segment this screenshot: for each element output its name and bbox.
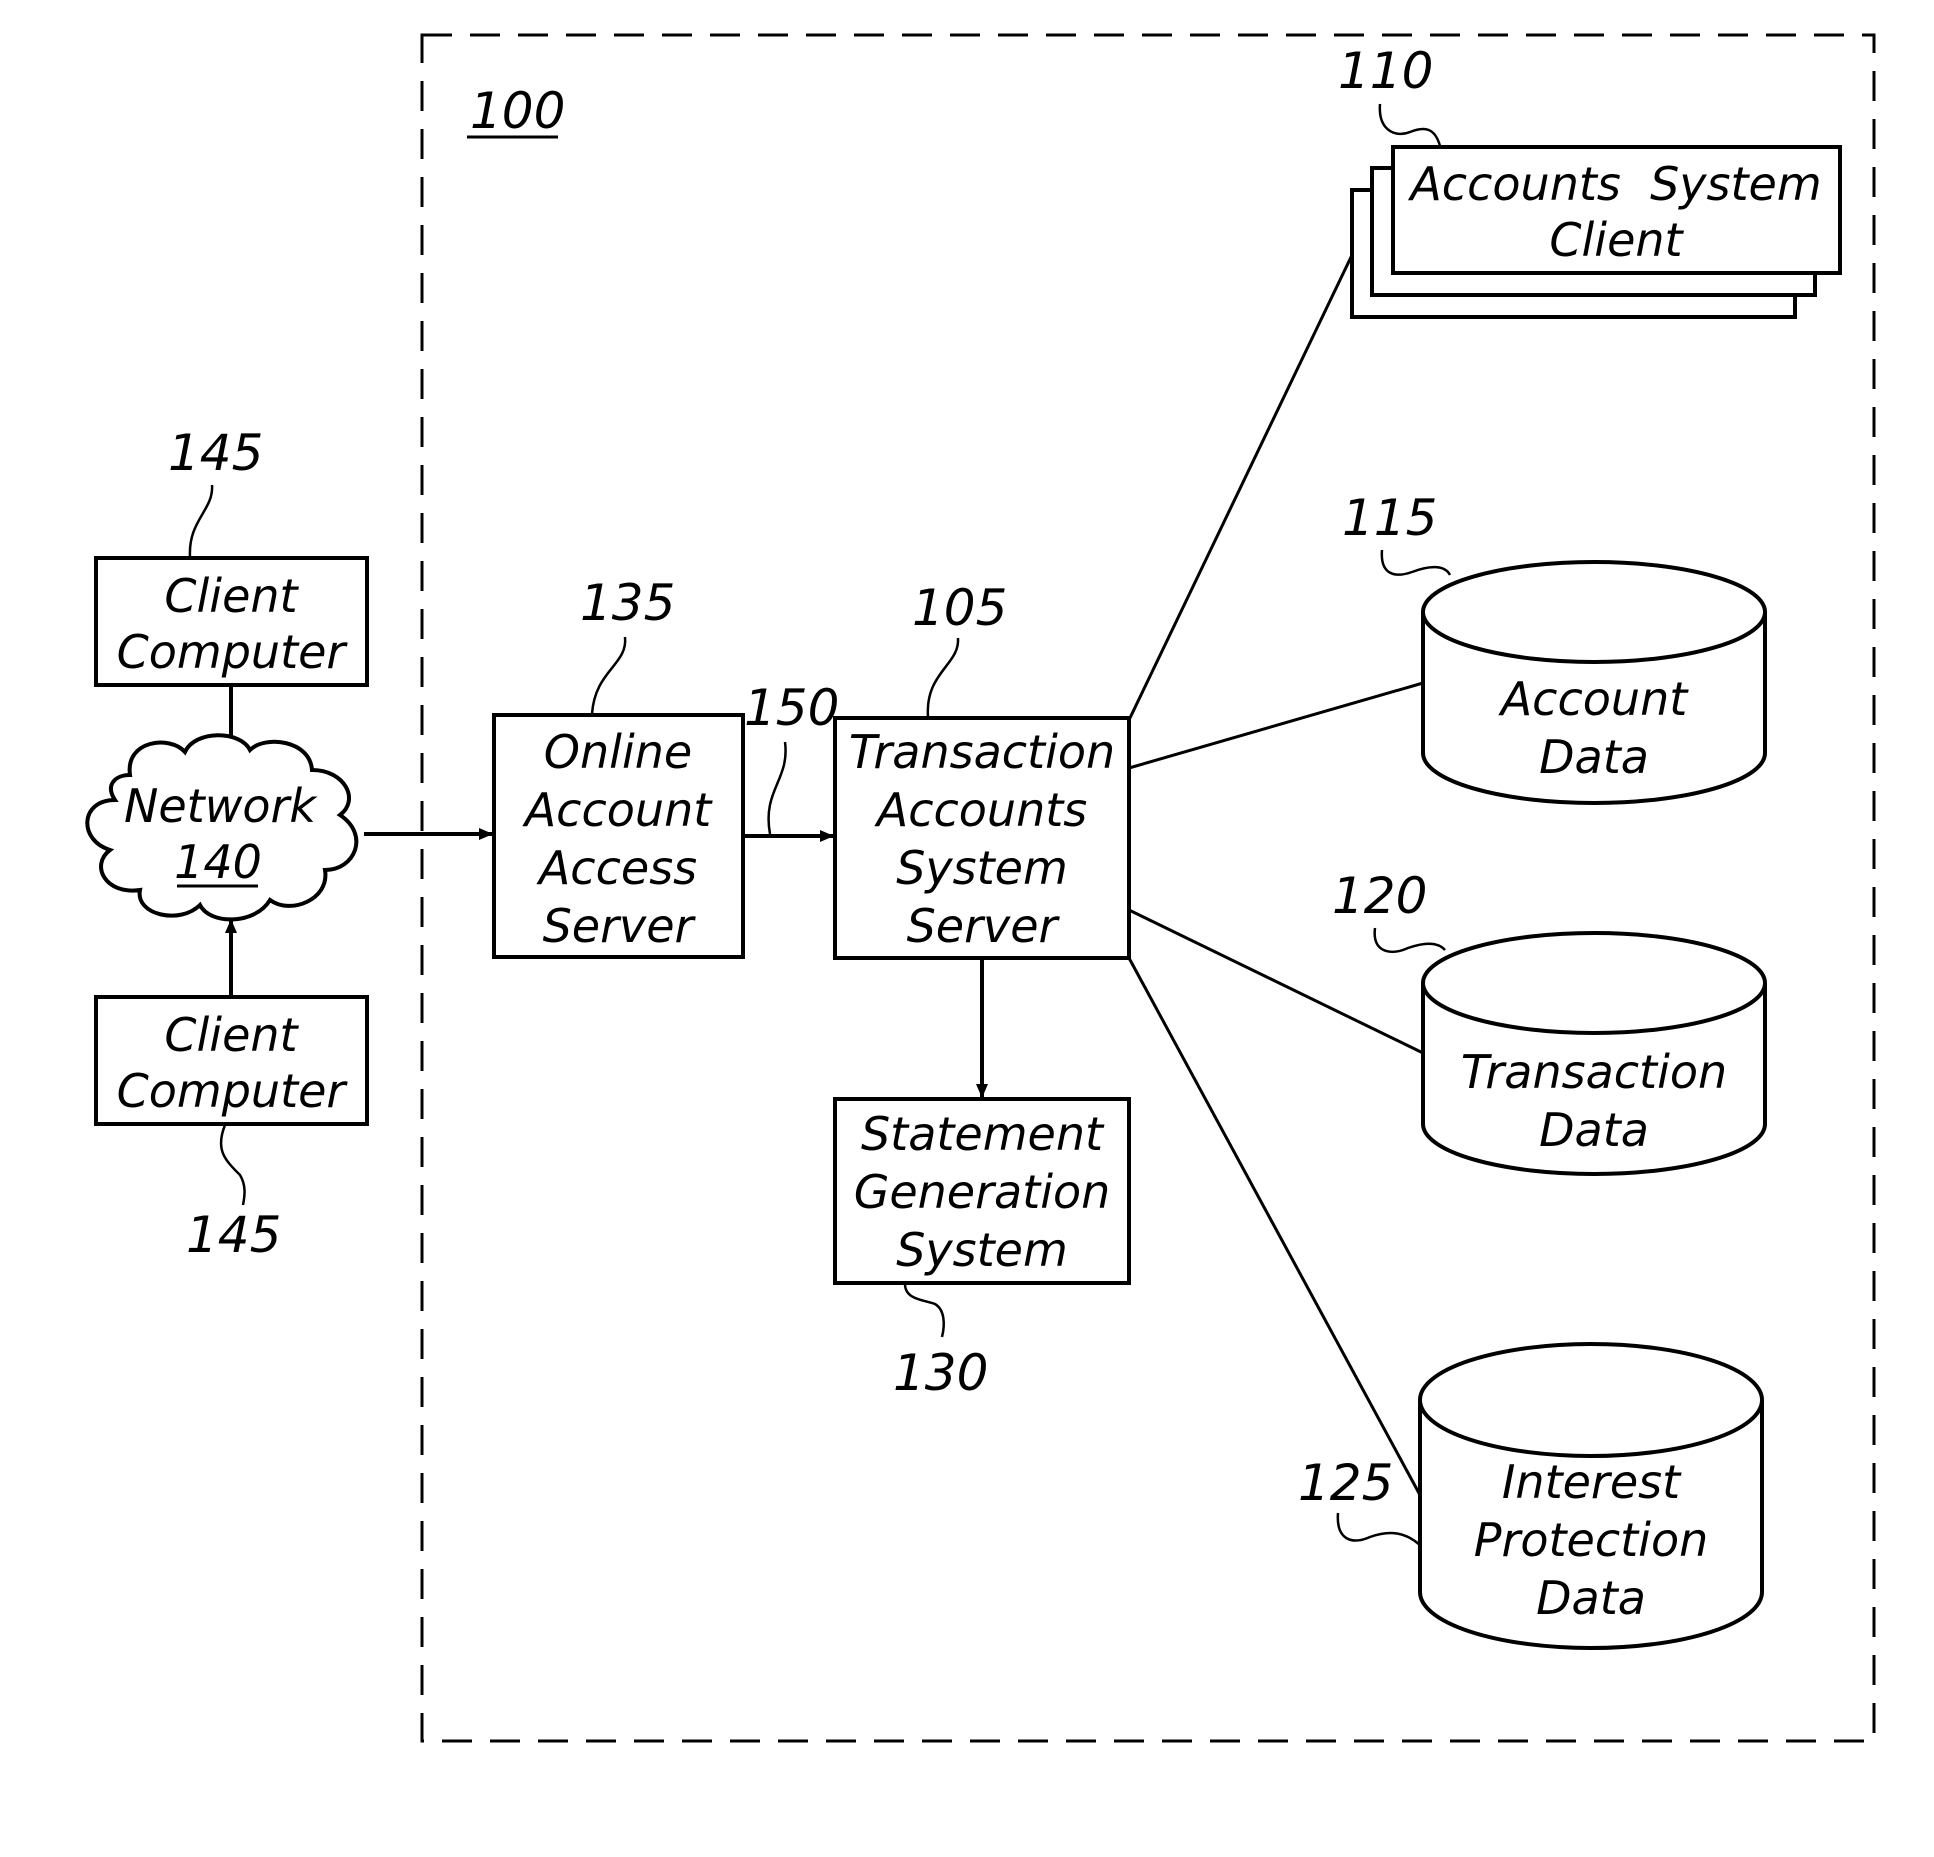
network-cloud: Network 140 <box>85 733 359 922</box>
transaction-accounts-system-server: Transaction Accounts System Server <box>833 716 1131 960</box>
sgs-ref: 130 <box>893 1344 988 1402</box>
interest-data-line1: Interest <box>1502 1455 1682 1509</box>
connection-ref: 150 <box>744 679 839 737</box>
oaas-line1: Online <box>544 725 692 779</box>
tass-line1: Transaction <box>849 725 1115 779</box>
interest-protection-data-store: Interest Protection Data <box>1418 1342 1764 1650</box>
sgs-line1: Statement <box>861 1107 1105 1161</box>
asc-leader <box>1378 103 1442 147</box>
transaction-data-store: Transaction Data <box>1421 931 1767 1176</box>
edge-tass-asc <box>1127 254 1354 721</box>
asc-line2: Client <box>1549 213 1684 267</box>
client-top-line2: Computer <box>117 625 349 679</box>
client-top-ref: 145 <box>168 424 263 482</box>
account-data-store: Account Data <box>1421 560 1767 805</box>
oaas-line4: Server <box>543 899 697 953</box>
client-bottom-line2: Computer <box>117 1064 349 1118</box>
transaction-data-leader <box>1373 927 1446 953</box>
client-computer-bottom: Client Computer <box>94 995 369 1126</box>
sgs-line2: Generation <box>854 1165 1111 1219</box>
account-data-leader <box>1380 549 1452 576</box>
interest-data-leader <box>1336 1512 1421 1546</box>
transaction-data-line2: Data <box>1539 1103 1649 1157</box>
network-label: Network <box>124 779 318 833</box>
system-diagram: 100 Client Computer 145 Network 140 Clie… <box>85 33 1876 1743</box>
tass-ref: 105 <box>912 579 1007 637</box>
oaas-line2: Account <box>522 783 714 837</box>
tass-line2: Accounts <box>874 783 1088 837</box>
system-ref-label: 100 <box>470 82 565 140</box>
client-computer-top: Client Computer <box>94 556 369 687</box>
asc-line1: Accounts System <box>1407 157 1821 211</box>
oaas-leader <box>590 636 627 715</box>
client-top-line1: Client <box>164 569 299 623</box>
edge-tass-account-data <box>1128 681 1424 770</box>
asc-ref: 110 <box>1338 42 1433 100</box>
edge-tass-transaction-data <box>1128 908 1424 1055</box>
oaas-ref: 135 <box>580 574 675 632</box>
account-data-line2: Data <box>1539 730 1649 784</box>
client-bottom-ref: 145 <box>186 1206 281 1264</box>
account-data-line1: Account <box>1498 672 1690 726</box>
interest-data-line2: Protection <box>1474 1513 1709 1567</box>
sgs-line3: System <box>896 1223 1068 1277</box>
tass-line3: System <box>896 841 1068 895</box>
interest-data-ref: 125 <box>1298 1454 1393 1512</box>
accounts-system-client-stack: Accounts System Client <box>1350 145 1842 319</box>
tass-line4: Server <box>907 899 1061 953</box>
transaction-data-ref: 120 <box>1332 867 1427 925</box>
statement-generation-system: Statement Generation System <box>833 1097 1131 1285</box>
transaction-data-line1: Transaction <box>1461 1045 1727 1099</box>
network-ref: 140 <box>174 835 262 889</box>
oaas-line3: Access <box>536 841 697 895</box>
online-account-access-server: Online Account Access Server <box>492 713 745 959</box>
client-bottom-line1: Client <box>164 1008 299 1062</box>
tass-leader <box>926 637 960 718</box>
client-bottom-leader <box>219 1124 246 1206</box>
account-data-ref: 115 <box>1342 489 1437 547</box>
connection-leader <box>767 741 787 835</box>
interest-data-line3: Data <box>1536 1571 1646 1625</box>
client-top-leader <box>188 484 214 558</box>
edge-tass-interest-data <box>1127 957 1422 1496</box>
sgs-leader <box>903 1283 945 1338</box>
